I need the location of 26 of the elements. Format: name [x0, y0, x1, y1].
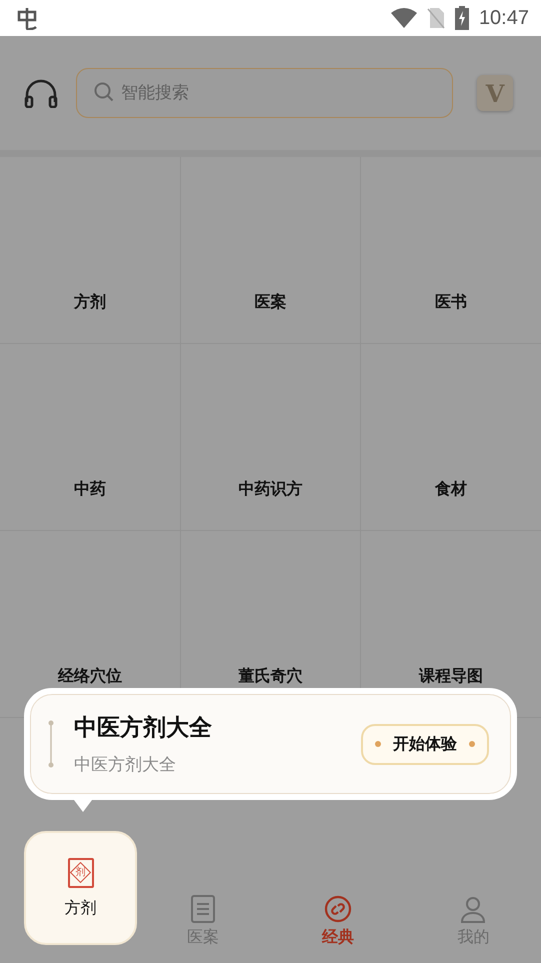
person-icon [459, 894, 488, 922]
guide-subtitle: 中医方剂大全 [74, 754, 177, 776]
link-icon [324, 894, 352, 922]
category-label[interactable]: 经络穴位 [58, 666, 122, 687]
category-label[interactable]: 课程导图 [419, 666, 483, 687]
guide-title: 中医方剂大全 [74, 713, 213, 743]
tab-label: 方剂 [64, 898, 96, 918]
no-sim-icon [426, 7, 445, 29]
highlighted-tab[interactable]: 剂 方剂 [24, 831, 137, 945]
clock: 10:47 [478, 6, 529, 30]
search-icon [94, 82, 114, 102]
category-label[interactable]: 食材 [435, 479, 467, 500]
category-label[interactable]: 中药 [74, 479, 106, 500]
document-icon [190, 894, 215, 922]
battery-icon [454, 6, 469, 30]
wifi-icon [390, 7, 417, 29]
formula-icon: 剂 [68, 858, 94, 888]
category-label[interactable]: 医案 [254, 292, 286, 313]
start-button[interactable]: 开始体验 [361, 724, 489, 764]
category-label[interactable]: 中药识方 [238, 479, 302, 500]
category-label[interactable]: 董氏奇穴 [238, 666, 302, 687]
headphones-icon[interactable] [24, 78, 58, 108]
divider-ornament-icon [48, 720, 54, 768]
category-label[interactable]: 方剂 [74, 292, 106, 313]
category-label[interactable]: 医书 [435, 292, 467, 313]
search-field[interactable]: 智能搜索 [76, 68, 453, 118]
